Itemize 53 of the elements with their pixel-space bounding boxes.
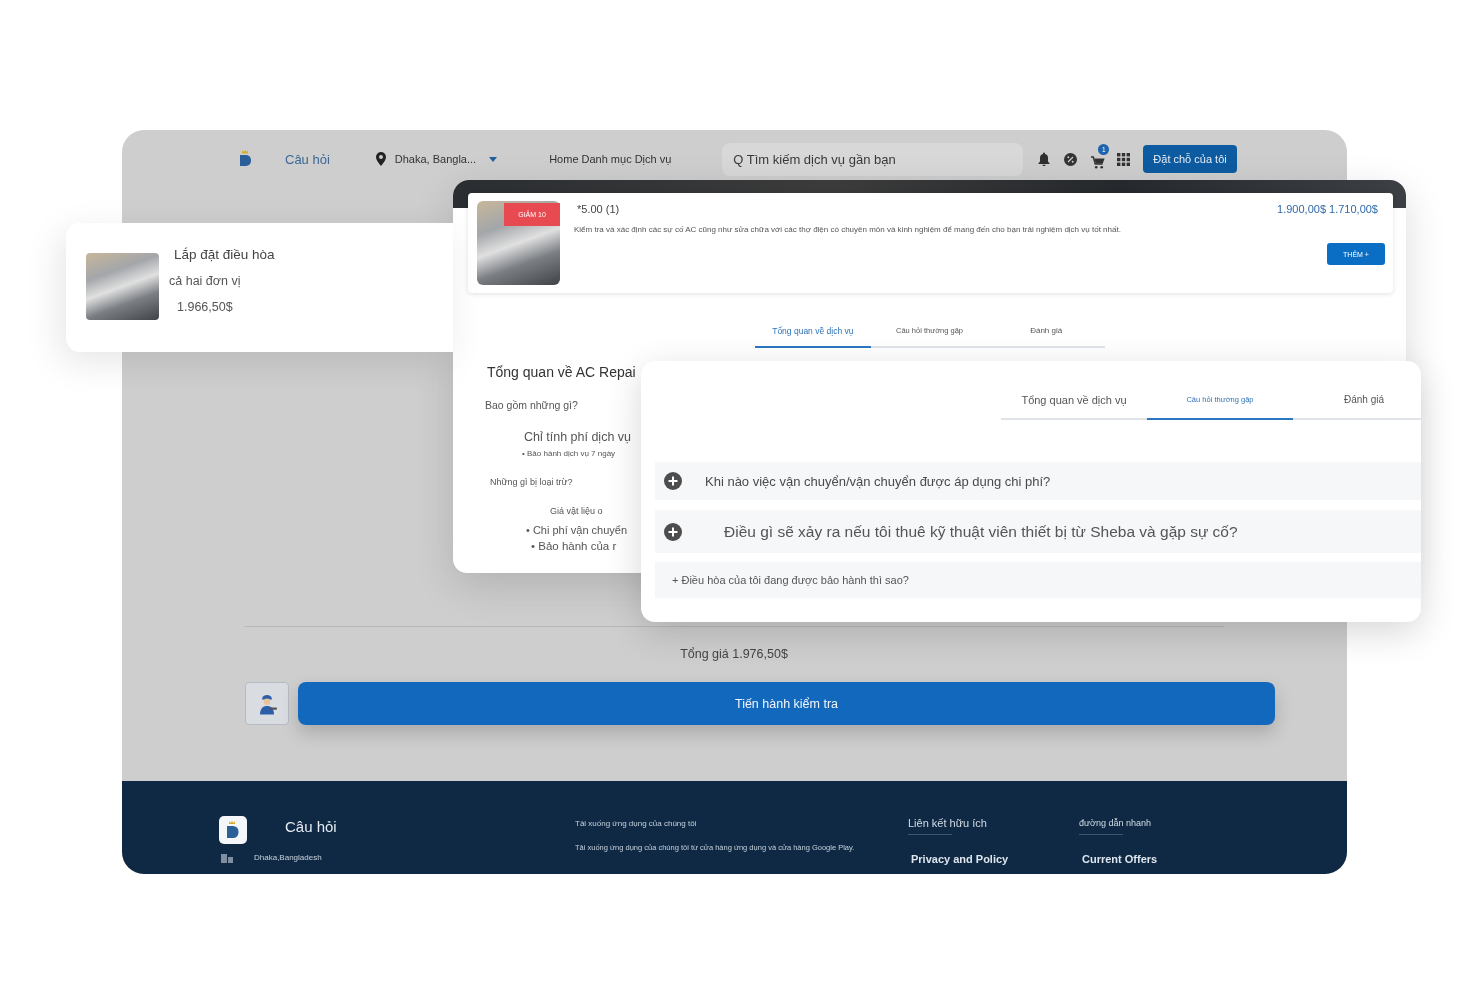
building-icon (221, 853, 233, 863)
caret-icon (489, 156, 498, 162)
mascot-button[interactable] (245, 682, 289, 725)
footer-heading: đường dẫn nhanh (1079, 818, 1151, 829)
tab[interactable]: Đánh giá (987, 307, 1105, 348)
item-price: 1.966,50$ (177, 299, 233, 316)
cart-icon[interactable] (1091, 155, 1106, 169)
footer-logo-icon[interactable] (219, 816, 247, 844)
footer-link[interactable]: Current Offers (1082, 853, 1158, 866)
item-subtitle: cả hai đơn vị (169, 273, 241, 290)
list-item: • Chi phí vận chuyển (526, 523, 628, 537)
list-item: Chỉ tính phí dịch vụ (524, 429, 631, 445)
nav-link[interactable]: Dịch vụ (634, 153, 672, 165)
checkout-button[interactable]: Tiến hành kiểm tra (298, 682, 1275, 725)
section-heading: Những gì bị loại trừ? (490, 476, 573, 488)
search-field[interactable]: Q Tìm kiếm dịch vụ gần bạn (722, 142, 1024, 176)
footer-link[interactable]: Privacy and Policy (911, 853, 1009, 866)
rating-text: *5.00 (1) (577, 203, 620, 215)
list-item: • Bảo hành dịch vụ 7 ngày (522, 449, 616, 459)
plus-icon (664, 472, 682, 490)
location-pin-icon (375, 152, 386, 166)
footer-heading: Liên kết hữu ích (908, 817, 987, 830)
list-item: • Bảo hành của r (531, 539, 617, 553)
tab[interactable]: Tổng quan về dịch vụ (1001, 361, 1147, 420)
faq-question: + Điều hòa của tôi đang được bảo hành thì sao? (672, 574, 909, 586)
faq-item[interactable]: Khi nào việc vận chuyển/vận chuyển được áp dụng chi phí? (655, 462, 1421, 500)
faq-item[interactable]: Điều gì sẽ xảy ra nếu tôi thuê kỹ thuật viên thiết bị từ Sheba và gặp sự cố? (655, 510, 1421, 553)
overview-title: Tổng quan về AC Repai (487, 364, 636, 381)
service-description: Kiểm tra và xác định các sự cố AC cũng như sửa chữa với các thợ điện có chuyên môn và kinh nghiệm để mang đến cho bạn trải nghiệm dịch vụ tốt nhất. (574, 225, 1121, 235)
plus-icon (664, 522, 682, 541)
total-price: Tổng giá 1.976,50$ (680, 647, 788, 661)
percent-icon[interactable] (1064, 152, 1078, 166)
price-text: 1.900,00$ 1.710,00$ (1277, 203, 1378, 215)
location-selector[interactable]: Dhaka, Bangla... (375, 152, 498, 166)
footer-heading: Tải xuống ứng dụng của chúng tôi (575, 819, 697, 829)
nav-link[interactable]: Home (549, 153, 579, 165)
apps-grid-icon[interactable] (1117, 152, 1131, 166)
faq-question: Điều gì sẽ xảy ra nếu tôi thuê kỹ thuật viên thiết bị từ Sheba và gặp sự cố? (724, 522, 1238, 541)
faq-item[interactable]: + Điều hòa của tôi đang được bảo hành thì sao? (655, 562, 1421, 598)
tab[interactable]: Đánh giá (1293, 361, 1421, 420)
brand-link[interactable]: Câu hỏi (285, 151, 330, 167)
person-icon (257, 692, 277, 715)
list-item: Giá vật liệu o (550, 505, 603, 517)
bell-icon[interactable] (1038, 151, 1051, 167)
tab[interactable]: Tổng quan về dịch vụ (754, 307, 872, 348)
booking-button[interactable]: Đặt chỗ của tôi (1143, 145, 1237, 173)
section-heading: Bao gồm những gì? (485, 398, 578, 412)
footer-address: Dhaka,Bangladesh (254, 853, 322, 863)
nav-link[interactable]: Danh mục (581, 153, 632, 165)
logo-icon[interactable] (238, 149, 252, 169)
faq-question: Khi nào việc vận chuyển/vận chuyển được áp dụng chi phí? (705, 473, 1051, 489)
footer-brand: Câu hỏi (285, 818, 337, 835)
item-title: Lắp đặt điều hòa (174, 246, 275, 264)
